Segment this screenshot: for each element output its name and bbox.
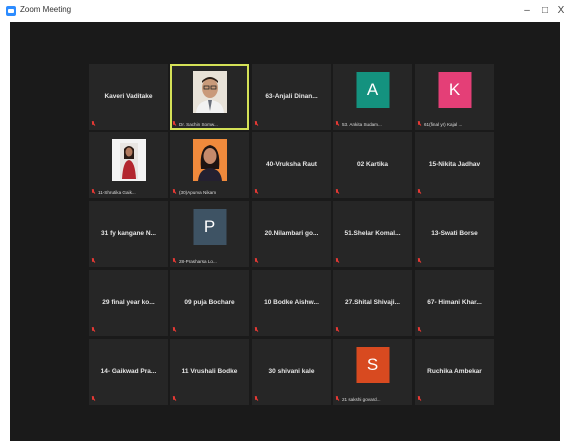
mic-muted-icon: [92, 396, 95, 402]
participant-tile[interactable]: (30)Apurva Nikam: [170, 132, 249, 198]
participant-label: 61(final yr) Kajal ...: [424, 122, 463, 127]
mic-muted-icon: [418, 189, 421, 195]
participant-label: 11-Shrutika Gaik...: [98, 190, 136, 195]
participant-tile[interactable]: 13-Swati Borse: [415, 201, 494, 267]
title-bar: Zoom Meeting – □ X: [0, 0, 567, 22]
mic-muted-icon: [92, 121, 95, 127]
participant-tile[interactable]: 31 fy kangane N...: [89, 201, 168, 267]
participant-label: 28-Prasharsa Lo...: [179, 259, 217, 264]
meeting-stage: Kaveri Vaditake Dr. Sachin Somw... 63-Anja…: [10, 22, 560, 441]
participant-tile[interactable]: A 53. Ankita Sudam...: [333, 64, 412, 130]
participant-name: Kaveri Vaditake: [104, 93, 153, 100]
participant-tile[interactable]: P 28-Prasharsa Lo...: [170, 201, 249, 267]
mic-muted-icon: [418, 396, 421, 402]
avatar-letter: K: [438, 72, 471, 108]
participant-tile[interactable]: 10 Bodke Aishw...: [252, 270, 331, 336]
participant-name: 31 fy kangane N...: [101, 230, 156, 237]
participant-name: 15-Nikita Jadhav: [428, 161, 481, 168]
participant-name: 14- Gaikwad Pra...: [100, 368, 157, 375]
mic-muted-icon: [255, 396, 258, 402]
participant-tile[interactable]: 11 Vrushali Bodke: [170, 339, 249, 405]
participant-tile[interactable]: 11-Shrutika Gaik...: [89, 132, 168, 198]
mic-muted-icon: [255, 189, 258, 195]
participant-tile[interactable]: 40-Vruksha Raut: [252, 132, 331, 198]
participant-label: 53. Ankita Sudam...: [342, 122, 382, 127]
participant-name: 27.Shital Shivaji...: [345, 299, 400, 306]
participant-name: 30 shivani kale: [268, 368, 315, 375]
participant-name: 40-Vruksha Raut: [266, 161, 317, 168]
avatar-letter: S: [356, 347, 389, 383]
participant-label: Dr. Sachin Somw...: [179, 122, 218, 127]
participant-name: 11 Vrushali Bodke: [181, 368, 238, 375]
participant-photo: [192, 139, 227, 181]
participant-tile[interactable]: 30 shivani kale: [252, 339, 331, 405]
minimize-button[interactable]: –: [519, 3, 535, 19]
participant-name: 29 final year ko...: [102, 299, 155, 306]
participant-tile[interactable]: Dr. Sachin Somw...: [170, 64, 249, 130]
participant-label: 21 sakshi govard...: [342, 397, 381, 402]
mic-muted-icon: [92, 258, 95, 264]
mic-muted-icon: [255, 121, 258, 127]
participant-photo: [111, 139, 146, 181]
participant-name: 51.Shelar Komal...: [344, 230, 401, 237]
window-title: Zoom Meeting: [20, 5, 72, 14]
participant-name: 10 Bodke Aishw...: [264, 299, 319, 306]
participant-tile[interactable]: 14- Gaikwad Pra...: [89, 339, 168, 405]
participant-tile[interactable]: S 21 sakshi govard...: [333, 339, 412, 405]
participant-tile[interactable]: 02 Kartika: [333, 132, 412, 198]
mic-muted-icon: [173, 396, 176, 402]
mic-muted-icon: [418, 258, 421, 264]
zoom-app-icon: [6, 6, 16, 16]
participant-tile[interactable]: 27.Shital Shivaji...: [333, 270, 412, 336]
close-button[interactable]: X: [553, 3, 567, 19]
participant-tile[interactable]: 51.Shelar Komal...: [333, 201, 412, 267]
participant-name: 13-Swati Borse: [431, 230, 478, 237]
mic-muted-icon: [92, 327, 95, 333]
maximize-button[interactable]: □: [537, 3, 553, 19]
participant-tile[interactable]: Ruchika Ambekar: [415, 339, 494, 405]
participant-tile[interactable]: K 61(final yr) Kajal ...: [415, 64, 494, 130]
mic-muted-icon: [336, 189, 339, 195]
participant-tile[interactable]: 29 final year ko...: [89, 270, 168, 336]
participant-tile[interactable]: Kaveri Vaditake: [89, 64, 168, 130]
avatar-letter: P: [193, 209, 226, 245]
mic-muted-icon: [336, 258, 339, 264]
participant-tile[interactable]: 09 puja Bochare: [170, 270, 249, 336]
participant-name: 67- Himani Khar...: [427, 299, 482, 306]
mic-muted-icon: [336, 327, 339, 333]
participant-tile[interactable]: 20.Nilambari go...: [252, 201, 331, 267]
participant-label: (30)Apurva Nikam: [179, 190, 217, 195]
avatar-letter: A: [356, 72, 389, 108]
participant-photo: [192, 71, 227, 113]
participant-tile[interactable]: 67- Himani Khar...: [415, 270, 494, 336]
mic-muted-icon: [255, 327, 258, 333]
mic-muted-icon: [173, 327, 176, 333]
participant-tile[interactable]: 63-Anjali Dinan...: [252, 64, 331, 130]
participant-tile[interactable]: 15-Nikita Jadhav: [415, 132, 494, 198]
mic-muted-icon: [255, 258, 258, 264]
participant-name: 63-Anjali Dinan...: [265, 93, 318, 100]
participant-name: 09 puja Bochare: [184, 299, 235, 306]
participant-name: 20.Nilambari go...: [264, 230, 319, 237]
mic-muted-icon: [418, 327, 421, 333]
participant-name: Ruchika Ambekar: [427, 368, 482, 375]
participant-name: 02 Kartika: [356, 161, 389, 168]
